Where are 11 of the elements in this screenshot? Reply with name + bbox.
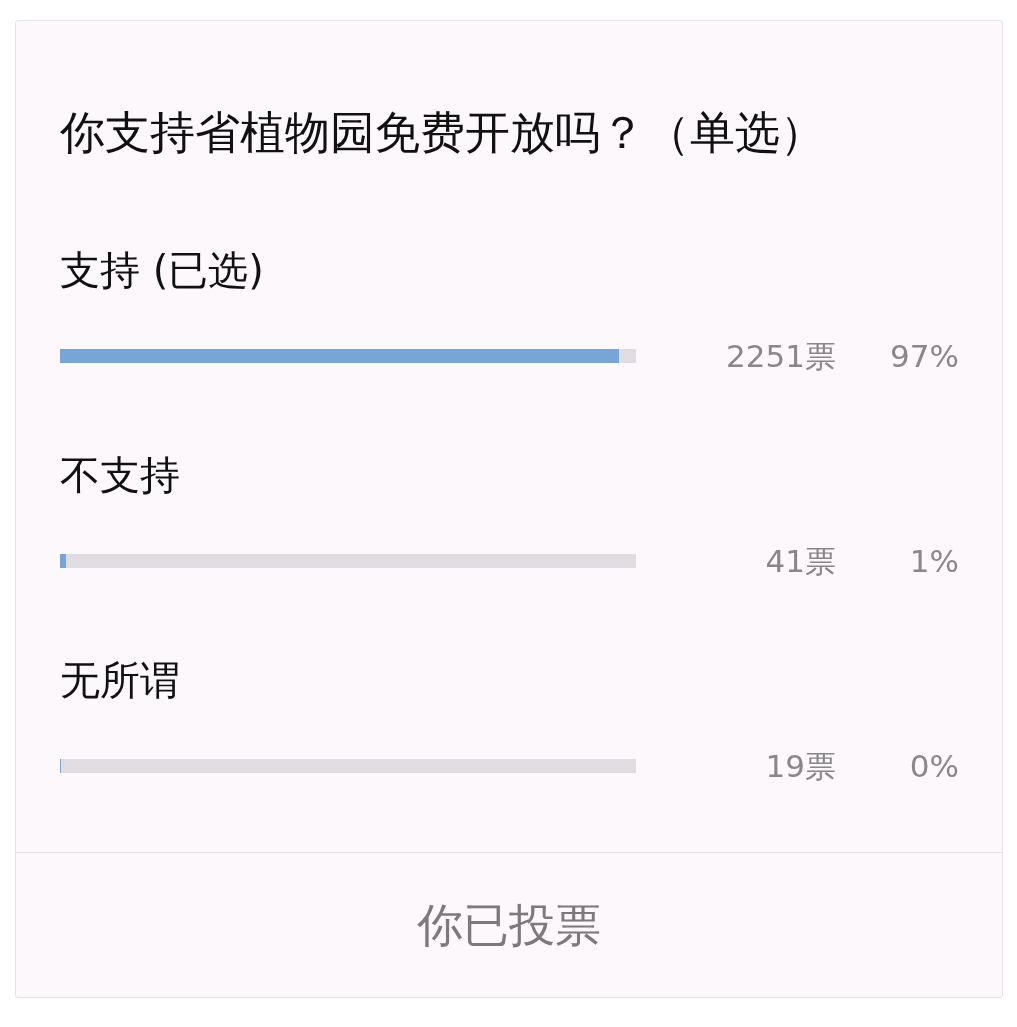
voted-button[interactable]: 你已投票 bbox=[409, 895, 609, 955]
vote-percent: 0% bbox=[909, 747, 959, 786]
option-label: 不支持 bbox=[60, 451, 180, 500]
vote-count: 19票 bbox=[765, 747, 836, 786]
vote-percent: 97% bbox=[890, 337, 959, 376]
vote-count: 2251票 bbox=[726, 337, 836, 376]
option-label: 支持 (已选) bbox=[60, 246, 264, 295]
option-label: 无所谓 bbox=[60, 656, 180, 705]
poll-question: 你支持省植物园免费开放吗？（单选） bbox=[60, 105, 825, 161]
vote-percent: 1% bbox=[909, 542, 959, 581]
vote-count: 41票 bbox=[765, 542, 836, 581]
